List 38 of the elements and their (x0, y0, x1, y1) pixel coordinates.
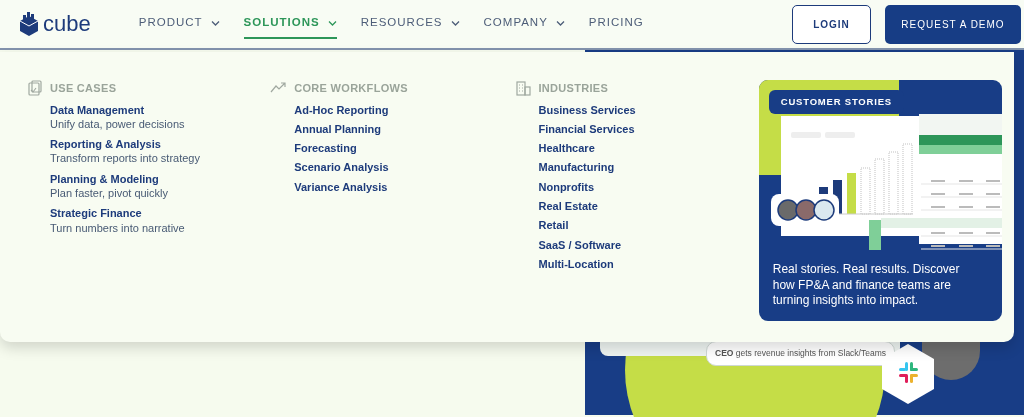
menu-link[interactable]: Forecasting (294, 141, 515, 156)
clipboard-icon (26, 80, 42, 97)
menu-link[interactable]: Data Management (50, 102, 271, 117)
menu-link[interactable]: Manufacturing (538, 160, 759, 175)
login-button[interactable]: LOGIN (792, 4, 871, 44)
menu-link[interactable]: Reporting & Analysis (50, 137, 271, 152)
nav-menu-item[interactable]: SOLUTIONS (243, 14, 337, 39)
menu-link[interactable]: Financial Services (538, 121, 759, 137)
column-heading: INDUSTRIES (538, 81, 609, 96)
menu-link[interactable]: Retail (538, 218, 759, 233)
menu-link[interactable]: Annual Planning (294, 121, 515, 137)
building-icon (514, 80, 531, 97)
request-demo-button[interactable]: REQUEST A DEMO (885, 4, 1021, 44)
menu-link[interactable]: Ad-Hoc Reporting (294, 102, 515, 117)
menu-link[interactable]: Variance Analysis (294, 179, 515, 194)
nav-menu-item[interactable]: PRODUCT (138, 14, 220, 39)
promo-card[interactable]: CUSTOMER STORIES Real stories. Real results. Discover how FP&A and finance teams are turning insights into impact. (758, 80, 1002, 321)
menu-link[interactable]: Business Services (538, 102, 759, 117)
cube-logo-icon[interactable] (18, 12, 39, 36)
menu-link[interactable]: Multi-Location (538, 256, 759, 272)
logo-text[interactable]: cube (43, 13, 91, 35)
menu-item-description: Unify data, power decisions (50, 116, 186, 132)
nav-menu-item[interactable]: PRICING (588, 14, 644, 39)
menu-link[interactable]: Nonprofits (538, 179, 759, 194)
column-heading: USE CASES (50, 81, 117, 96)
menu-link[interactable]: Scenario Analysis (294, 160, 515, 175)
menu-item-description: Turn numbers into narrative (50, 220, 186, 235)
menu-item-description: Transform reports into strategy (50, 151, 201, 166)
nav-menu-item[interactable]: RESOURCES (360, 14, 460, 39)
menu-item-description: Plan faster, pivot quickly (50, 186, 169, 201)
menu-link[interactable]: Healthcare (538, 141, 759, 156)
menu-link[interactable]: Real Estate (538, 199, 759, 214)
nav-menu-item[interactable]: COMPANY (483, 14, 565, 39)
menu-link[interactable]: SaaS / Software (538, 237, 759, 252)
menu-link[interactable]: Planning & Modeling (50, 171, 271, 186)
column-heading: CORE WORKFLOWS (294, 81, 408, 96)
menu-link[interactable]: Strategic Finance (50, 206, 271, 221)
promo-text: Real stories. Real results. Discover how FP&A and finance teams are turning insights into impact. (772, 262, 961, 309)
